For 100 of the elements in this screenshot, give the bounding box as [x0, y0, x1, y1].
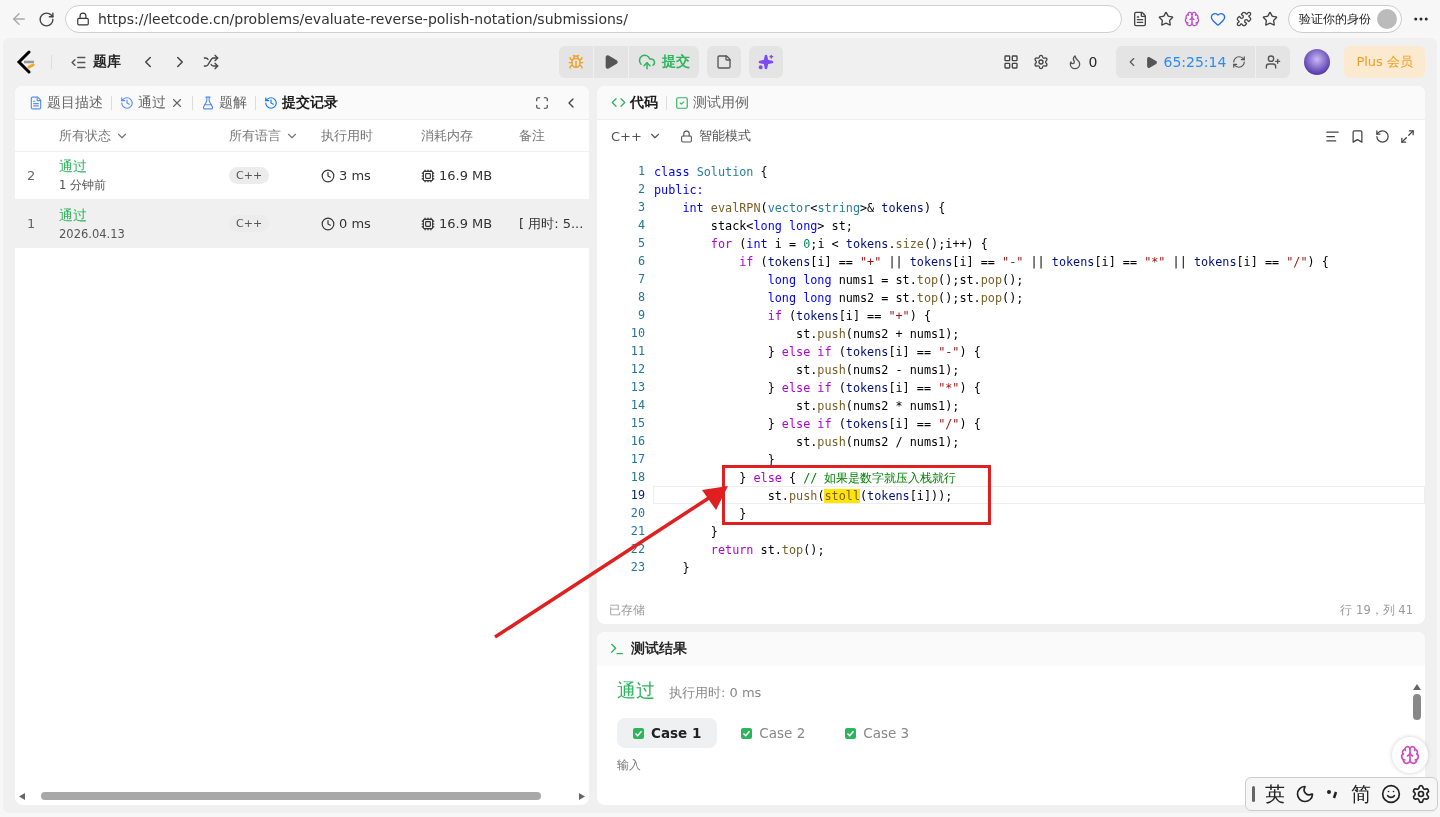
user-avatar[interactable] — [1304, 49, 1331, 75]
line-number: 14 — [629, 398, 645, 412]
note-cell-text: [ 用时: 5... — [519, 214, 585, 233]
bookmark-icon[interactable] — [1350, 128, 1365, 144]
url-text: https://leetcode.cn/problems/evaluate-reverse-polish-notation/submissions/ — [98, 11, 628, 27]
reset-icon[interactable] — [1375, 128, 1390, 144]
settings-icon[interactable] — [1411, 784, 1431, 804]
puzzle-icon[interactable] — [1236, 11, 1252, 27]
expand-icon[interactable] — [1400, 128, 1415, 144]
save-status: 已存储 — [609, 602, 645, 618]
cloud-upload-icon — [637, 53, 656, 71]
code-line: long long nums2 = st.top();st.pop(); — [766, 290, 1025, 306]
problem-bank-button[interactable]: 题库 — [66, 53, 125, 71]
settings-icon[interactable] — [1032, 54, 1049, 70]
checkbox-icon — [741, 727, 753, 739]
column-header[interactable]: 所有状态 — [59, 126, 229, 145]
case-tab[interactable]: Case 3 — [829, 718, 926, 748]
language-tag: C++ — [229, 215, 270, 232]
panel-tab[interactable]: 题解 — [197, 91, 251, 114]
format-icon[interactable] — [1325, 128, 1340, 144]
invite-button[interactable] — [1256, 46, 1291, 78]
line-number: 4 — [636, 218, 645, 232]
shuffle-icon[interactable] — [203, 54, 219, 70]
emoji-icon[interactable] — [1381, 784, 1401, 804]
chip-icon — [421, 216, 435, 231]
code-line: st.push(nums2 * nums1); — [795, 398, 961, 414]
vertical-scrollbar[interactable] — [1413, 684, 1421, 720]
column-header: 消耗内存 — [421, 126, 474, 145]
line-number: 12 — [629, 362, 645, 376]
run-button[interactable] — [593, 46, 628, 78]
panel-tab[interactable]: 题目描述 — [25, 91, 107, 114]
scroll-up-icon[interactable] — [1413, 684, 1421, 690]
avatar-icon — [1377, 9, 1397, 29]
submission-time: 1 分钟前 — [59, 178, 107, 193]
layout-icon[interactable] — [1002, 54, 1019, 70]
memory-cell: 16.9 MB — [421, 168, 519, 183]
sparkles-icon — [757, 54, 774, 70]
reader-icon[interactable] — [1132, 11, 1148, 27]
verdict-text: 通过 — [617, 678, 655, 703]
reload-icon[interactable] — [38, 10, 55, 28]
language-select[interactable]: C++ — [607, 128, 666, 144]
bug-icon — [567, 54, 584, 70]
logo-icon — [15, 50, 37, 74]
code-line: st.push(nums2 / nums1); — [795, 434, 961, 450]
code-line: st.push(nums2 + nums1); — [795, 326, 961, 342]
terminal-icon — [609, 641, 625, 657]
panel-tab[interactable]: 通过 — [116, 91, 188, 114]
code-icon — [611, 95, 626, 110]
panel-tab[interactable]: 测试用例 — [671, 91, 753, 114]
brain-icon[interactable] — [1184, 11, 1200, 27]
code-line: } — [681, 560, 691, 576]
note-button[interactable] — [706, 46, 741, 78]
row-index: 2 — [26, 168, 37, 183]
chip-icon — [421, 168, 435, 183]
lock-icon — [679, 129, 693, 143]
language-tag: C++ — [229, 167, 270, 184]
profile-button[interactable]: 验证你的身份 — [1288, 5, 1402, 33]
fullscreen-icon[interactable] — [535, 95, 549, 110]
checkbox-icon — [633, 727, 644, 739]
runtime-cell: 3 ms — [321, 168, 421, 183]
streak-button[interactable]: 0 — [1062, 54, 1102, 70]
scroll-right-icon[interactable] — [579, 792, 585, 800]
case-tab[interactable]: Case 2 — [725, 718, 822, 748]
mode-button[interactable]: 智能模式 — [675, 127, 755, 145]
code-line: } else if (tokens[i] == "-") { — [766, 344, 982, 360]
line-number: 20 — [629, 506, 645, 520]
panel-tab[interactable]: 代码 — [607, 91, 662, 114]
code-line: } else if (tokens[i] == "*") { — [766, 380, 982, 396]
submission-row[interactable]: 1 通过 2026.04.13 C++ 0 ms 16.9 MB [ 用时: 5... — [15, 200, 589, 248]
code-line: st.push(nums2 - nums1); — [795, 362, 961, 378]
script-toggle[interactable]: 简 — [1351, 780, 1371, 808]
language-toggle[interactable]: 英 — [1265, 780, 1285, 808]
line-number: 2 — [636, 182, 645, 196]
line-number: 16 — [629, 434, 645, 448]
code-line: for (int i = 0;i < tokens.size();i++) { — [709, 236, 989, 252]
flask-icon — [201, 95, 215, 110]
clock-icon — [321, 216, 335, 231]
brain-icon — [1400, 745, 1420, 765]
code-line: } else { // 如果是数字就压入栈就行 — [738, 470, 958, 486]
column-header: 备注 — [519, 126, 546, 145]
horizontal-scrollbar[interactable] — [19, 791, 585, 801]
ai-button[interactable] — [748, 46, 783, 78]
line-number: 15 — [629, 416, 645, 430]
star-icon[interactable] — [1158, 11, 1174, 27]
favorites-icon[interactable] — [1262, 11, 1278, 27]
line-number: 10 — [629, 326, 645, 340]
lock-icon — [76, 12, 90, 26]
address-bar[interactable]: https://leetcode.cn/problems/evaluate-reverse-polish-notation/submissions/ — [65, 5, 1122, 33]
case-tab[interactable]: Case 1 — [617, 718, 718, 748]
line-number: 18 — [629, 470, 645, 484]
scroll-left-icon[interactable] — [19, 792, 25, 800]
history-icon — [264, 95, 278, 110]
moon-icon[interactable] — [1295, 784, 1315, 804]
line-number: 7 — [636, 272, 645, 286]
panel-tab[interactable]: 提交记录 — [260, 91, 342, 114]
column-header[interactable]: 所有语言 — [229, 126, 321, 145]
play-icon — [1144, 55, 1158, 69]
line-number: 6 — [636, 254, 645, 268]
code-line: if (tokens[i] == "+") { — [766, 308, 933, 324]
line-number: 19 — [629, 488, 645, 502]
